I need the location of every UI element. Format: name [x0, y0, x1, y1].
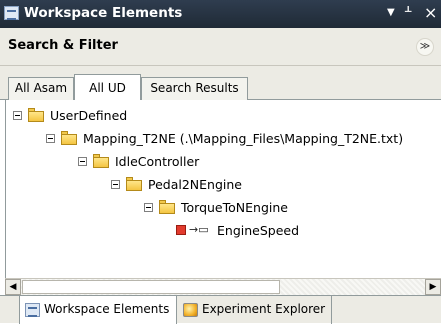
folder-icon [93, 154, 109, 168]
close-icon[interactable]: × [424, 3, 437, 22]
collapse-toggle-icon[interactable] [111, 180, 120, 189]
folder-icon [159, 200, 175, 214]
folder-icon [28, 108, 44, 122]
tab-search-results[interactable]: Search Results [141, 77, 248, 100]
scroll-left-icon[interactable]: ◀ [5, 279, 21, 295]
search-filter-label[interactable]: Search & Filter [8, 38, 118, 53]
tree-node-label[interactable]: Pedal2NEngine [148, 177, 242, 192]
collapse-toggle-icon[interactable] [46, 134, 55, 143]
scroll-thumb[interactable] [22, 280, 280, 294]
folder-icon [61, 131, 77, 145]
horizontal-scrollbar[interactable]: ◀ ▶ [5, 278, 441, 295]
tab-all-ud[interactable]: All UD [74, 74, 141, 101]
workspace-window-icon [4, 6, 19, 20]
tree-node-label[interactable]: IdleController [115, 154, 199, 169]
tab-workspace-elements[interactable]: Workspace Elements [19, 296, 177, 324]
signal-red-square-icon [176, 225, 186, 235]
scroll-right-icon[interactable]: ▶ [425, 279, 441, 295]
tree-panel: UserDefined Mapping_T2NE (.\Mapping_File… [5, 100, 441, 278]
tab-all-asam[interactable]: All Asam [8, 77, 74, 100]
bottom-tab-bar: Workspace Elements Experiment Explorer [0, 295, 441, 324]
tree-node-label[interactable]: Mapping_T2NE (.\Mapping_Files\Mapping_T2… [83, 131, 403, 146]
search-filter-bar: Search & Filter ≫ [0, 28, 441, 66]
experiment-icon [183, 302, 198, 317]
signal-arrow-icon: →▭ [189, 223, 209, 236]
expand-chevron-icon[interactable]: ≫ [416, 38, 434, 56]
collapse-toggle-icon[interactable] [78, 157, 87, 166]
window-title: Workspace Elements [24, 5, 183, 21]
tab-label: Workspace Elements [44, 302, 170, 316]
folder-icon [126, 177, 142, 191]
pin-icon[interactable]: ᚆ [405, 4, 411, 19]
view-menu-dropdown-icon[interactable]: ▼ [387, 7, 395, 18]
workspace-icon [25, 302, 40, 317]
tab-strip: All Asam All UD Search Results [0, 66, 441, 101]
tree-node-label[interactable]: EngineSpeed [217, 223, 299, 238]
tree-node-label[interactable]: UserDefined [50, 108, 127, 123]
collapse-toggle-icon[interactable] [13, 111, 22, 120]
title-bar: Workspace Elements ▼ ᚆ × [0, 0, 441, 28]
tab-label: Experiment Explorer [202, 302, 326, 316]
tree-node-label[interactable]: TorqueToNEngine [181, 200, 288, 215]
collapse-toggle-icon[interactable] [144, 203, 153, 212]
tab-experiment-explorer[interactable]: Experiment Explorer [180, 296, 332, 324]
